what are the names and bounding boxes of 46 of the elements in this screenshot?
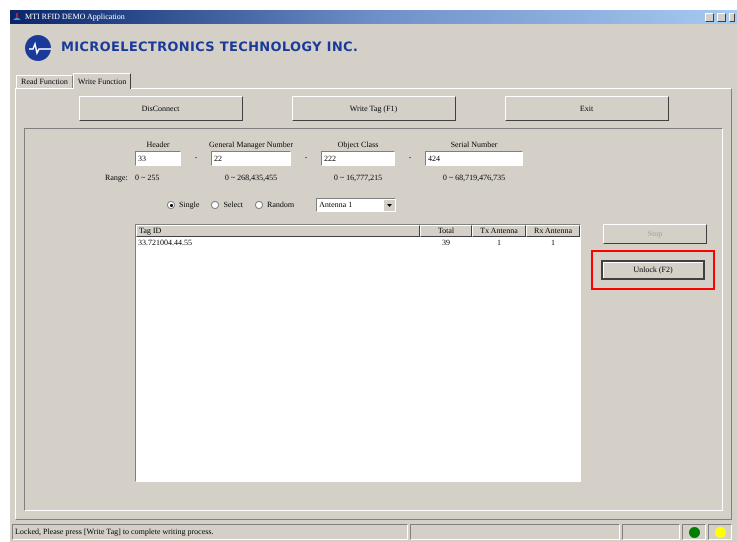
input-field[interactable]: 33	[135, 151, 181, 166]
table-cell-text: 39	[441, 237, 451, 248]
separator-dot: .	[194, 149, 198, 163]
window-title: MTI RFID DEMO Application	[25, 11, 126, 23]
radio-option[interactable]: Random	[255, 199, 294, 211]
column-header[interactable]: Tag ID	[136, 225, 420, 237]
table-cell-text: 1	[550, 237, 556, 248]
radio-button[interactable]	[167, 201, 175, 209]
toolbar-button[interactable]: Write Tag (F1)	[292, 96, 456, 121]
input-field[interactable]: 222	[321, 151, 395, 166]
app-icon	[12, 12, 22, 22]
radio-button[interactable]	[211, 201, 220, 209]
tab[interactable]: Write Function	[72, 73, 132, 89]
range-text: 0 ~ 16,777,215	[332, 172, 384, 184]
radio-option[interactable]: Single	[167, 199, 200, 211]
action-button[interactable]: Unlock (F2)	[601, 260, 705, 280]
table-cell-text: 33.721004.44.55	[137, 237, 193, 248]
range-text: 0 ~ 255	[135, 172, 160, 184]
field-label: Header	[146, 139, 170, 151]
radio-option[interactable]: Select	[211, 199, 243, 211]
field-label: Object Class	[338, 139, 378, 151]
range-text: 0 ~ 68,719,476,735	[442, 172, 506, 184]
separator-dot: .	[304, 149, 308, 163]
field-label: Serial Number	[450, 139, 498, 151]
radio-button[interactable]	[255, 201, 263, 209]
maximize-button[interactable]	[717, 12, 726, 22]
column-header[interactable]: Tx Antenna	[472, 225, 526, 237]
column-header[interactable]: Rx Antenna	[526, 225, 580, 237]
minimize-button[interactable]	[705, 12, 714, 22]
close-button[interactable]	[729, 12, 735, 22]
range-text: 0 ~ 268,435,455	[224, 172, 278, 184]
antenna-dropdown[interactable]: Antenna 1	[316, 198, 396, 212]
input-field[interactable]: 424	[425, 151, 523, 166]
logo-text: MICROELECTRONICS TECHNOLOGY INC.	[61, 39, 358, 58]
status-message: Locked, Please press [Write Tag] to complete writing process.	[12, 524, 408, 540]
separator-dot: .	[408, 149, 412, 163]
toolbar-button[interactable]: DisConnect	[78, 96, 242, 121]
range-label: Range:	[105, 172, 129, 184]
column-header[interactable]: Total	[420, 225, 472, 237]
toolbar-button[interactable]: Exit	[504, 96, 668, 121]
tab[interactable]: Read Function	[16, 75, 73, 88]
field-label: General Manager Number	[209, 139, 293, 151]
table-cell-text: 1	[496, 237, 502, 248]
status-panel	[622, 524, 680, 540]
tag-list[interactable]: Tag ID Total Tx Antenna Rx Antenna 33.721004.44.55 39 1 1	[135, 224, 581, 482]
input-field[interactable]: 22	[211, 151, 291, 166]
